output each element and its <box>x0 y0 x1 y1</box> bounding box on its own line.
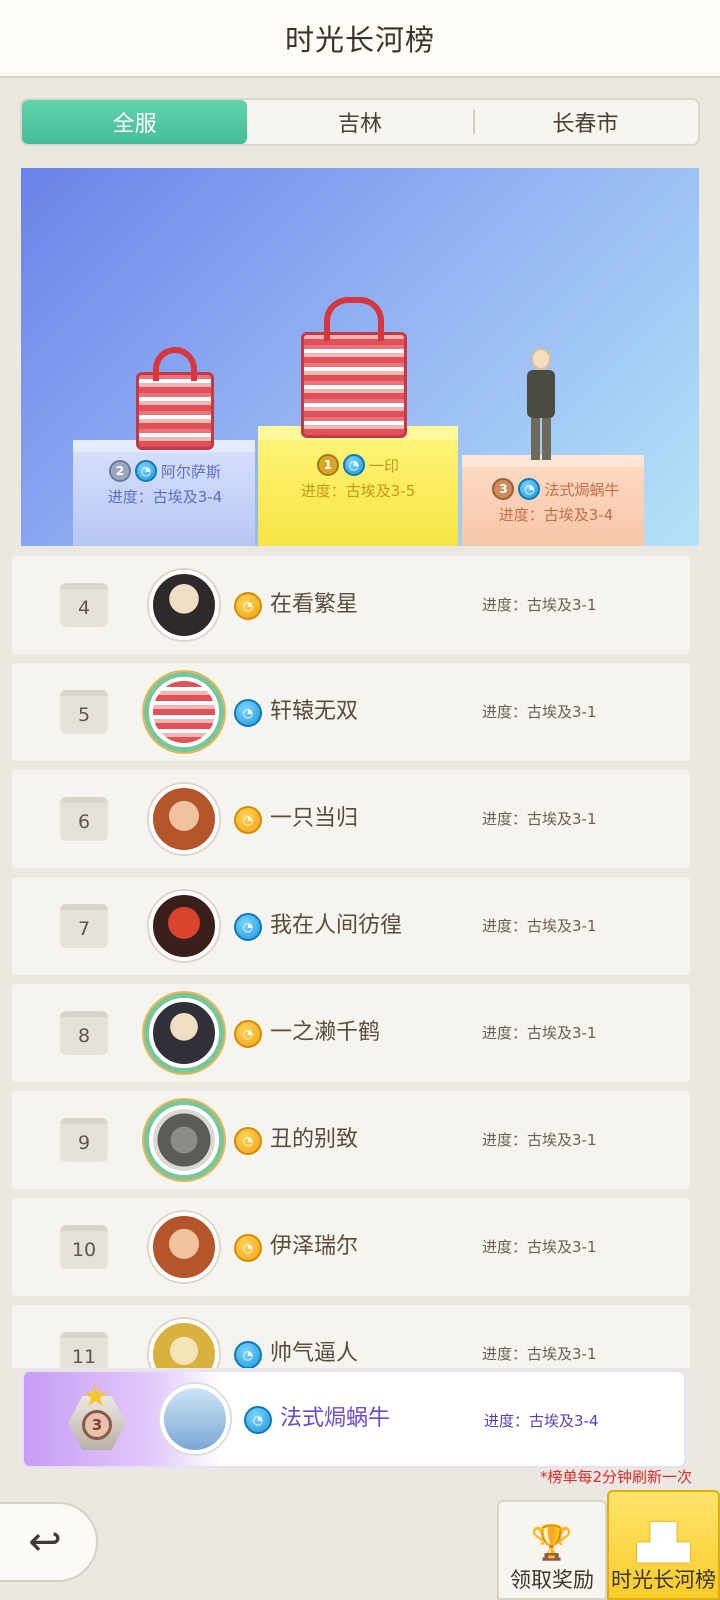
star-icon: ★ <box>82 1379 109 1414</box>
rank-badge: 9 <box>60 1118 108 1162</box>
player-name: 帅气逼人 <box>270 1341 359 1366</box>
trophy-icon: 🏆 <box>530 1523 574 1564</box>
rank-badge: 5 <box>60 690 108 734</box>
blue-class-icon: ◔ <box>244 1406 272 1434</box>
player-progress: 进度：古埃及3-1 <box>482 1238 597 1256</box>
tab-changchun[interactable]: 长春市 <box>472 100 698 144</box>
blue-class-icon: ◔ <box>234 913 262 941</box>
player-progress: 进度：古埃及3-1 <box>482 596 597 614</box>
list-item[interactable]: 10 ◔ 伊泽瑞尔 进度：古埃及3-1 <box>12 1198 690 1296</box>
avatar[interactable] <box>149 1105 219 1175</box>
rank-badge: 4 <box>60 583 108 627</box>
region-tabs: 全服 吉林 长春市 <box>20 98 700 146</box>
refresh-note: *榜单每2分钟刷新一次 <box>539 1468 692 1486</box>
player-name: 丑的别致 <box>270 1127 359 1152</box>
gift-bag-second[interactable] <box>136 347 214 450</box>
back-arrow-icon: ↩ <box>28 1519 62 1565</box>
rank-medal-icon: 1 <box>316 454 339 476</box>
podium-first-info[interactable]: 1 ◔ 一印 进度：古埃及3-5 <box>283 454 433 501</box>
player-name: 我在人间彷徨 <box>270 913 403 938</box>
my-player-progress: 进度：古埃及3-4 <box>484 1412 599 1430</box>
my-player-name: 法式焗蜗牛 <box>280 1406 391 1431</box>
blue-class-icon: ◔ <box>342 454 365 476</box>
time-river-ranking-button[interactable]: ▟▙ 时光长河榜 <box>607 1490 720 1600</box>
my-rank-medal-icon: ★ 3 <box>68 1382 126 1452</box>
player-progress: 进度：古埃及3-1 <box>482 703 597 721</box>
back-button[interactable]: ↩ <box>0 1502 98 1582</box>
rank-badge: 6 <box>60 797 108 841</box>
podium-second-info[interactable]: 2 ◔ 阿尔萨斯 进度：古埃及3-4 <box>95 460 235 507</box>
avatar[interactable] <box>149 784 219 854</box>
tab-label: 长春市 <box>552 112 619 137</box>
list-item[interactable]: 8 ◔ 一之濑千鹤 进度：古埃及3-1 <box>12 984 690 1082</box>
rank-badge: 10 <box>60 1225 108 1269</box>
player-name: 一印 <box>368 456 399 475</box>
orange-class-icon: ◔ <box>234 806 262 834</box>
player-name: 伊泽瑞尔 <box>270 1234 359 1259</box>
player-progress: 进度：古埃及3-1 <box>482 917 597 935</box>
orange-class-icon: ◔ <box>234 1127 262 1155</box>
player-name: 在看繁星 <box>270 592 359 617</box>
avatar[interactable] <box>149 891 219 961</box>
ranking-list[interactable]: 4 ◔ 在看繁星 进度：古埃及3-1 5 ◔ 轩辕无双 进度：古埃及3-1 6 … <box>12 556 690 1368</box>
player-progress: 进度：古埃及3-4 <box>498 506 614 524</box>
avatar[interactable] <box>149 677 219 747</box>
rank-badge: 8 <box>60 1011 108 1055</box>
orange-class-icon: ◔ <box>234 1234 262 1262</box>
player-progress: 进度：古埃及3-1 <box>482 1024 597 1042</box>
player-progress: 进度：古埃及3-4 <box>107 488 223 506</box>
tab-jilin[interactable]: 吉林 <box>247 100 472 144</box>
orange-class-icon: ◔ <box>234 1020 262 1048</box>
player-progress: 进度：古埃及3-1 <box>482 1131 597 1149</box>
list-item[interactable]: 9 ◔ 丑的别致 进度：古埃及3-1 <box>12 1091 690 1189</box>
claim-reward-label: 领取奖励 <box>510 1568 594 1592</box>
rank-badge: 7 <box>60 904 108 948</box>
avatar[interactable] <box>160 1384 230 1454</box>
podium-showcase: 2 ◔ 阿尔萨斯 进度：古埃及3-4 1 ◔ 一印 进度：古埃及3-5 3 ◔ … <box>21 168 699 546</box>
page-title: 时光长河榜 <box>284 23 435 57</box>
avatar[interactable] <box>149 998 219 1068</box>
player-name: 一只当归 <box>270 806 359 831</box>
blue-class-icon: ◔ <box>134 460 157 482</box>
page-header: 时光长河榜 <box>0 0 720 78</box>
avatar[interactable] <box>149 1212 219 1282</box>
rank-medal-icon: 3 <box>492 478 515 500</box>
rank-badge: 11 <box>60 1332 108 1368</box>
avatar[interactable] <box>149 1319 219 1368</box>
podium-third-info[interactable]: 3 ◔ 法式焗蜗牛 进度：古埃及3-4 <box>471 478 641 525</box>
list-item[interactable]: 6 ◔ 一只当归 进度：古埃及3-1 <box>12 770 690 868</box>
orange-class-icon: ◔ <box>234 592 262 620</box>
rank-medal-icon: 2 <box>108 460 131 482</box>
gift-bag-first[interactable] <box>301 297 407 438</box>
my-rank-number: 3 <box>82 1410 112 1440</box>
list-item[interactable]: 5 ◔ 轩辕无双 进度：古埃及3-1 <box>12 663 690 761</box>
list-item[interactable]: 11 ◔ 帅气逼人 进度：古埃及3-1 <box>12 1305 690 1368</box>
tab-divider <box>472 110 475 134</box>
blue-class-icon: ◔ <box>234 699 262 727</box>
blue-class-icon: ◔ <box>518 478 541 500</box>
player-progress: 进度：古埃及3-5 <box>300 482 416 500</box>
avatar[interactable] <box>149 570 219 640</box>
player-name: 阿尔萨斯 <box>160 462 221 481</box>
podium-icon: ▟▙ <box>637 1523 690 1564</box>
tab-label: 全服 <box>112 112 157 137</box>
player-name: 法式焗蜗牛 <box>544 480 620 499</box>
blue-class-icon: ◔ <box>234 1341 262 1368</box>
ranking-label: 时光长河榜 <box>611 1568 716 1592</box>
my-rank-row[interactable]: ★ 3 ◔ 法式焗蜗牛 进度：古埃及3-4 <box>22 1370 686 1468</box>
tab-label: 吉林 <box>337 112 382 137</box>
list-item[interactable]: 7 ◔ 我在人间彷徨 进度：古埃及3-1 <box>12 877 690 975</box>
player-progress: 进度：古埃及3-1 <box>482 1345 597 1363</box>
character-third[interactable] <box>521 348 561 460</box>
claim-reward-button[interactable]: 🏆 领取奖励 <box>497 1500 607 1600</box>
list-item[interactable]: 4 ◔ 在看繁星 进度：古埃及3-1 <box>12 556 690 654</box>
player-name: 一之濑千鹤 <box>270 1020 381 1045</box>
tab-all-server[interactable]: 全服 <box>22 100 248 144</box>
player-name: 轩辕无双 <box>270 699 359 724</box>
player-progress: 进度：古埃及3-1 <box>482 810 597 828</box>
